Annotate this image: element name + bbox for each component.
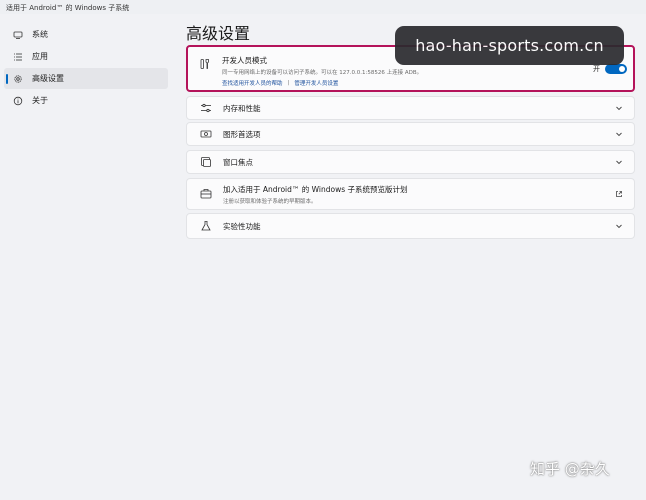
gpu-icon — [199, 127, 213, 141]
graphics-preferences-card[interactable]: 图形首选项 — [186, 122, 635, 146]
sidebar-item-label: 关于 — [32, 96, 48, 105]
chevron-down-icon — [614, 129, 624, 139]
link-separator: | — [287, 80, 290, 86]
chevron-down-icon — [614, 103, 624, 113]
developer-mode-description: 同一专用网络上的设备可以访问子系统。可以在 127.0.0.1:58526 上连… — [222, 70, 423, 76]
experimental-features-card[interactable]: 实验性功能 — [186, 213, 635, 239]
active-indicator — [6, 74, 8, 84]
zhihu-watermark: 知乎 @杂久 — [530, 460, 610, 478]
card-title: 内存和性能 — [223, 103, 261, 113]
sidebar-item-label: 高级设置 — [32, 74, 64, 83]
window-focus-card[interactable]: 窗口焦点 — [186, 150, 635, 174]
developer-mode-toggle-area: 开 — [593, 64, 627, 74]
window-focus-icon — [199, 155, 213, 169]
sidebar-item-system[interactable]: 系统 — [4, 24, 168, 45]
flask-icon — [199, 219, 213, 233]
monitor-icon — [12, 29, 24, 41]
preview-program-icon — [199, 187, 213, 201]
sidebar-item-label: 应用 — [32, 52, 48, 61]
card-title: 实验性功能 — [223, 221, 261, 231]
chevron-down-icon — [614, 157, 624, 167]
memory-performance-card[interactable]: 内存和性能 — [186, 96, 635, 120]
gear-icon — [12, 73, 24, 85]
developer-help-link[interactable]: 查找适用开发人员的帮助 — [222, 79, 283, 87]
sidebar-item-label: 系统 — [32, 30, 48, 39]
external-link-icon — [614, 189, 624, 199]
toggle-knob — [619, 66, 625, 72]
page-title: 高级设置 — [186, 24, 251, 43]
sidebar: 系统 应用 高级设置 关于 — [0, 24, 172, 112]
sliders-icon — [199, 101, 213, 115]
sidebar-item-advanced[interactable]: 高级设置 — [4, 68, 168, 89]
manage-developer-settings-link[interactable]: 管理开发人员设置 — [294, 79, 338, 87]
apps-list-icon — [12, 51, 24, 63]
card-title: 图形首选项 — [223, 129, 261, 139]
developer-tools-icon — [198, 57, 212, 71]
card-title: 加入适用于 Android™ 的 Windows 子系统预览版计划 — [223, 184, 408, 194]
toggle-state-label: 开 — [593, 65, 600, 73]
watermark-banner: hao-han-sports.com.cn — [395, 26, 624, 65]
sidebar-item-about[interactable]: 关于 — [4, 90, 168, 111]
preview-program-card[interactable]: 加入适用于 Android™ 的 Windows 子系统预览版计划 注册以获取和… — [186, 178, 635, 210]
card-description: 注册以获取和体验子系统的早期版本。 — [223, 198, 317, 205]
card-title: 窗口焦点 — [223, 157, 253, 167]
developer-mode-toggle[interactable] — [605, 64, 627, 74]
developer-mode-links: 查找适用开发人员的帮助 | 管理开发人员设置 — [222, 79, 593, 87]
chevron-down-icon — [614, 221, 624, 231]
sidebar-item-apps[interactable]: 应用 — [4, 46, 168, 67]
window-title: 适用于 Android™ 的 Windows 子系统 — [0, 0, 646, 14]
info-icon — [12, 95, 24, 107]
watermark-text: hao-han-sports.com.cn — [415, 36, 604, 55]
